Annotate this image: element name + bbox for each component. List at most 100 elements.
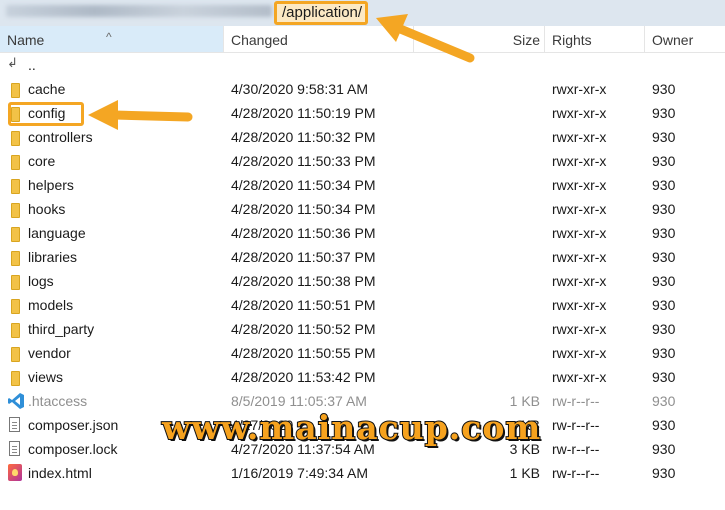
file-rights: rwxr-xr-x (552, 129, 607, 145)
file-name: libraries (28, 249, 78, 265)
config-highlight-box (8, 102, 84, 126)
folder-icon (7, 365, 23, 389)
column-header-name[interactable]: Name ^ (0, 26, 224, 52)
folder-icon (7, 317, 23, 341)
file-owner: 930 (652, 225, 676, 241)
file-row[interactable]: libraries 4/28/2020 11:50:37 PM rwxr-xr-x 9… (0, 245, 725, 269)
column-header-rights[interactable]: Rights (545, 26, 645, 52)
file-owner: 930 (652, 249, 676, 265)
file-owner: 930 (652, 105, 676, 121)
file-size (414, 269, 540, 293)
file-name: cache (28, 81, 66, 97)
file-row[interactable]: third_party 4/28/2020 11:50:52 PM rwxr-xr-… (0, 317, 725, 341)
file-owner: 930 (652, 465, 676, 481)
file-row[interactable]: models 4/28/2020 11:50:51 PM rwxr-xr-x 930 (0, 293, 725, 317)
arrow-to-path-icon (376, 14, 475, 63)
file-size (414, 293, 540, 317)
file-owner: 930 (652, 129, 676, 145)
document-icon (7, 413, 23, 437)
file-size (414, 77, 540, 101)
folder-icon (7, 77, 23, 101)
file-size (414, 221, 540, 245)
file-name: helpers (28, 177, 74, 193)
file-rights: rwxr-xr-x (552, 345, 607, 361)
file-changed: 4/28/2020 11:50:33 PM (231, 153, 376, 169)
file-row[interactable]: logs 4/28/2020 11:50:38 PM rwxr-xr-x 930 (0, 269, 725, 293)
file-size (414, 125, 540, 149)
file-name: models (28, 297, 74, 313)
path-segment-application[interactable]: /application/ (282, 4, 362, 21)
file-owner: 930 (652, 273, 676, 289)
file-changed: 4/28/2020 11:50:37 PM (231, 249, 376, 265)
folder-icon (7, 173, 23, 197)
file-row[interactable]: ↲.. (0, 53, 725, 77)
file-changed: 4/28/2020 11:50:19 PM (231, 105, 376, 121)
file-changed: 4/28/2020 11:50:38 PM (231, 273, 376, 289)
file-rights: rwxr-xr-x (552, 249, 607, 265)
file-rights: rwxr-xr-x (552, 177, 607, 193)
file-name: logs (28, 273, 54, 289)
file-name: .. (28, 57, 36, 73)
file-row[interactable]: hooks 4/28/2020 11:50:34 PM rwxr-xr-x 930 (0, 197, 725, 221)
file-row[interactable]: vendor 4/28/2020 11:50:55 PM rwxr-xr-x 930 (0, 341, 725, 365)
file-size (414, 101, 540, 125)
file-size: 1 KB (509, 465, 540, 481)
file-rights: rwxr-xr-x (552, 273, 607, 289)
file-owner: 930 (652, 153, 676, 169)
file-rights: rwxr-xr-x (552, 81, 607, 97)
file-rights: rwxr-xr-x (552, 321, 607, 337)
file-changed: 1/16/2019 7:49:34 AM (231, 465, 368, 481)
file-row[interactable]: language 4/28/2020 11:50:36 PM rwxr-xr-x 93… (0, 221, 725, 245)
document-icon (7, 437, 23, 461)
file-name: views (28, 369, 64, 385)
file-row[interactable]: views 4/28/2020 11:53:42 PM rwxr-xr-x 930 (0, 365, 725, 389)
file-changed: 4/28/2020 11:50:34 PM (231, 201, 376, 217)
folder-icon (7, 125, 23, 149)
folder-icon (7, 245, 23, 269)
file-changed: 4/28/2020 11:50:52 PM (231, 321, 376, 337)
file-owner: 930 (652, 369, 676, 385)
file-rights: rwxr-xr-x (552, 369, 607, 385)
folder-icon (7, 221, 23, 245)
file-name: core (28, 153, 56, 169)
file-owner: 930 (652, 81, 676, 97)
file-name: language (28, 225, 86, 241)
file-changed: 4/28/2020 11:50:51 PM (231, 297, 376, 313)
path-prefix-blurred (6, 5, 272, 17)
up-directory-icon: ↲ (7, 55, 18, 70)
file-owner: 930 (652, 321, 676, 337)
file-owner: 930 (652, 393, 676, 409)
folder-icon (7, 269, 23, 293)
column-header-name-label: Name (7, 32, 45, 48)
file-rights: rw-r--r-- (552, 441, 600, 457)
file-row[interactable]: helpers 4/28/2020 11:50:34 PM rwxr-xr-x 930 (0, 173, 725, 197)
file-owner: 930 (652, 345, 676, 361)
folder-icon (7, 149, 23, 173)
vscode-file-icon (7, 389, 24, 413)
file-rights: rwxr-xr-x (552, 105, 607, 121)
file-size (414, 149, 540, 173)
column-header-owner[interactable]: Owner (645, 26, 725, 52)
folder-icon (7, 341, 23, 365)
column-header-row: Name ^ Changed Size Rights Owner (0, 26, 725, 53)
file-size (414, 365, 540, 389)
file-row[interactable]: index.html 1/16/2019 7:49:34 AM 1 KB rw-r--… (0, 461, 725, 485)
file-owner: 930 (652, 441, 676, 457)
sort-ascending-icon: ^ (106, 30, 112, 44)
file-changed: 4/28/2020 11:50:55 PM (231, 345, 376, 361)
folder-icon (7, 293, 23, 317)
file-changed: 4/28/2020 11:50:36 PM (231, 225, 376, 241)
file-changed: 4/28/2020 11:50:32 PM (231, 129, 376, 145)
html-file-icon (7, 461, 23, 485)
file-name: .htaccess (28, 393, 88, 409)
file-rights: rw-r--r-- (552, 465, 600, 481)
file-rights: rw-r--r-- (552, 417, 600, 433)
file-name: vendor (28, 345, 71, 361)
file-rights: rwxr-xr-x (552, 297, 607, 313)
file-changed: 4/30/2020 9:58:31 AM (231, 81, 368, 97)
file-name: composer.lock (28, 441, 118, 457)
file-rights: rwxr-xr-x (552, 201, 607, 217)
file-row[interactable]: core 4/28/2020 11:50:33 PM rwxr-xr-x 930 (0, 149, 725, 173)
file-changed: 4/28/2020 11:53:42 PM (231, 369, 376, 385)
file-name: third_party (28, 321, 95, 337)
